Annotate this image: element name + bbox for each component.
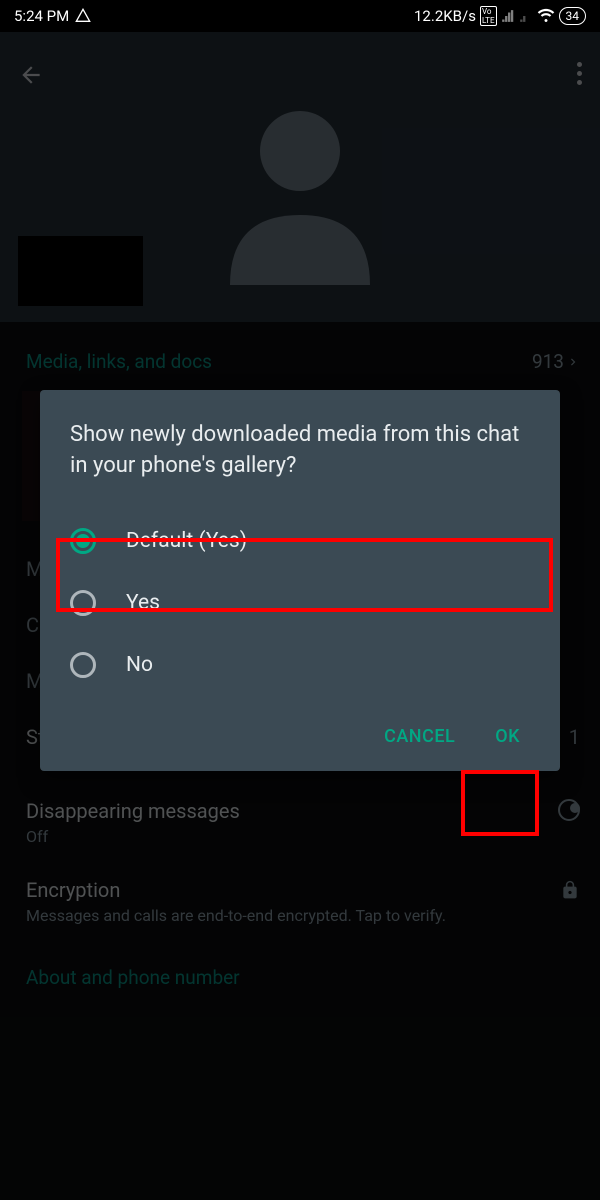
cancel-button[interactable]: CANCEL	[374, 714, 465, 759]
status-left: 5:24 PM	[14, 7, 91, 25]
status-bar: 5:24 PM 12.2KB/s VoLTE 34	[0, 0, 600, 32]
status-right: 12.2KB/s VoLTE 34	[414, 6, 586, 26]
ok-button[interactable]: OK	[485, 714, 530, 759]
wifi-icon	[537, 7, 555, 25]
radio-icon	[70, 528, 96, 554]
status-time: 5:24 PM	[14, 7, 69, 25]
radio-label: No	[126, 653, 153, 677]
battery-icon: 34	[559, 7, 587, 25]
radio-icon	[70, 590, 96, 616]
dialog-actions: CANCEL OK	[70, 714, 530, 759]
volte-icon: VoLTE	[480, 6, 497, 26]
radio-label: Default (Yes)	[126, 529, 247, 553]
radio-label: Yes	[126, 591, 160, 615]
radio-option-no[interactable]: No	[70, 634, 530, 696]
media-visibility-dialog: Show newly downloaded media from this ch…	[40, 390, 560, 771]
network-speed: 12.2KB/s	[414, 7, 476, 25]
signal-icon-2	[519, 9, 533, 23]
radio-option-yes[interactable]: Yes	[70, 572, 530, 634]
radio-option-default[interactable]: Default (Yes)	[70, 510, 530, 572]
dialog-title: Show newly downloaded media from this ch…	[70, 420, 530, 482]
warning-triangle-icon	[75, 8, 91, 24]
radio-icon	[70, 652, 96, 678]
signal-icon	[501, 9, 515, 23]
radio-group: Default (Yes) Yes No	[70, 510, 530, 696]
